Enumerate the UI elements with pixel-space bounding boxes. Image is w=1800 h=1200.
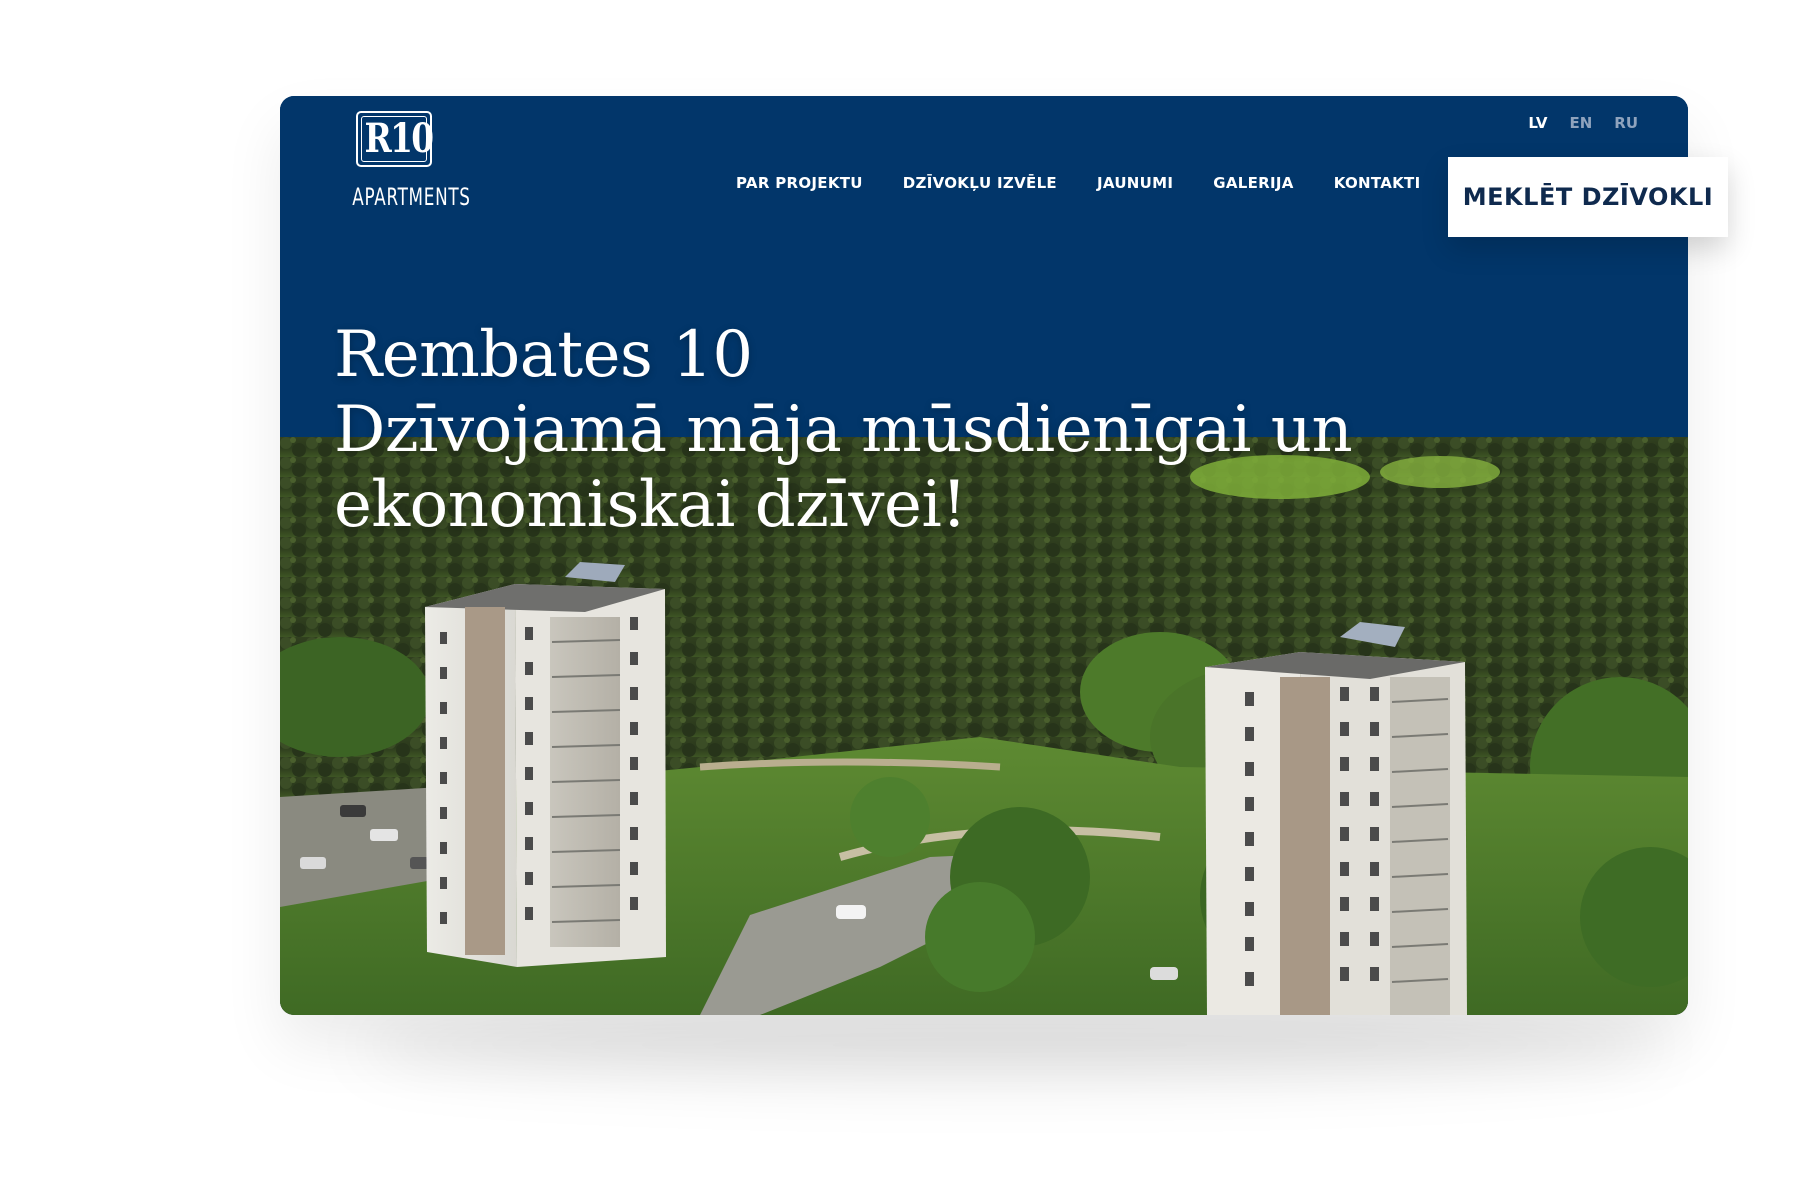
nav-item-galerija[interactable]: GALERIJA bbox=[1213, 174, 1293, 192]
lang-en[interactable]: EN bbox=[1569, 114, 1592, 132]
nav-item-dzivoklu-izvele[interactable]: DZĪVOKĻU IZVĒLE bbox=[903, 174, 1057, 192]
nav-item-par-projektu[interactable]: PAR PROJEKTU bbox=[736, 174, 863, 192]
main-navigation: PAR PROJEKTU DZĪVOKĻU IZVĒLE JAUNUMI GAL… bbox=[736, 174, 1420, 192]
hero-subtitle-line-2: ekonomiskai dzīvei! bbox=[334, 468, 967, 542]
hero-title: Rembates 10 bbox=[334, 318, 753, 392]
card-drop-shadow bbox=[360, 1010, 1660, 1080]
r10-apartments-logo[interactable]: R10 APARTMENTS bbox=[334, 111, 471, 221]
logo-badge: R10 bbox=[356, 111, 434, 167]
lang-lv[interactable]: LV bbox=[1528, 114, 1547, 132]
hero-subtitle-line-1: Dzīvojamā māja mūsdienīgai un bbox=[334, 393, 1353, 467]
lang-ru[interactable]: RU bbox=[1614, 114, 1638, 132]
nav-item-jaunumi[interactable]: JAUNUMI bbox=[1097, 174, 1173, 192]
website-mockup: R10 APARTMENTS LV EN RU PAR PROJEKTU DZĪ… bbox=[280, 96, 1728, 1015]
language-switcher: LV EN RU bbox=[1528, 114, 1638, 132]
search-apartment-button[interactable]: MEKLĒT DZĪVOKLI bbox=[1448, 157, 1728, 237]
search-apartment-label: MEKLĒT DZĪVOKLI bbox=[1462, 183, 1714, 211]
logo-wordmark: APARTMENTS bbox=[352, 183, 471, 211]
hero-headline: Rembates 10 Dzīvojamā māja mūsdienīgai u… bbox=[334, 318, 1434, 543]
page-stage: R10 APARTMENTS LV EN RU PAR PROJEKTU DZĪ… bbox=[0, 0, 1800, 1200]
logo-mark: R10 bbox=[364, 115, 434, 162]
nav-item-kontakti[interactable]: KONTAKTI bbox=[1334, 174, 1421, 192]
